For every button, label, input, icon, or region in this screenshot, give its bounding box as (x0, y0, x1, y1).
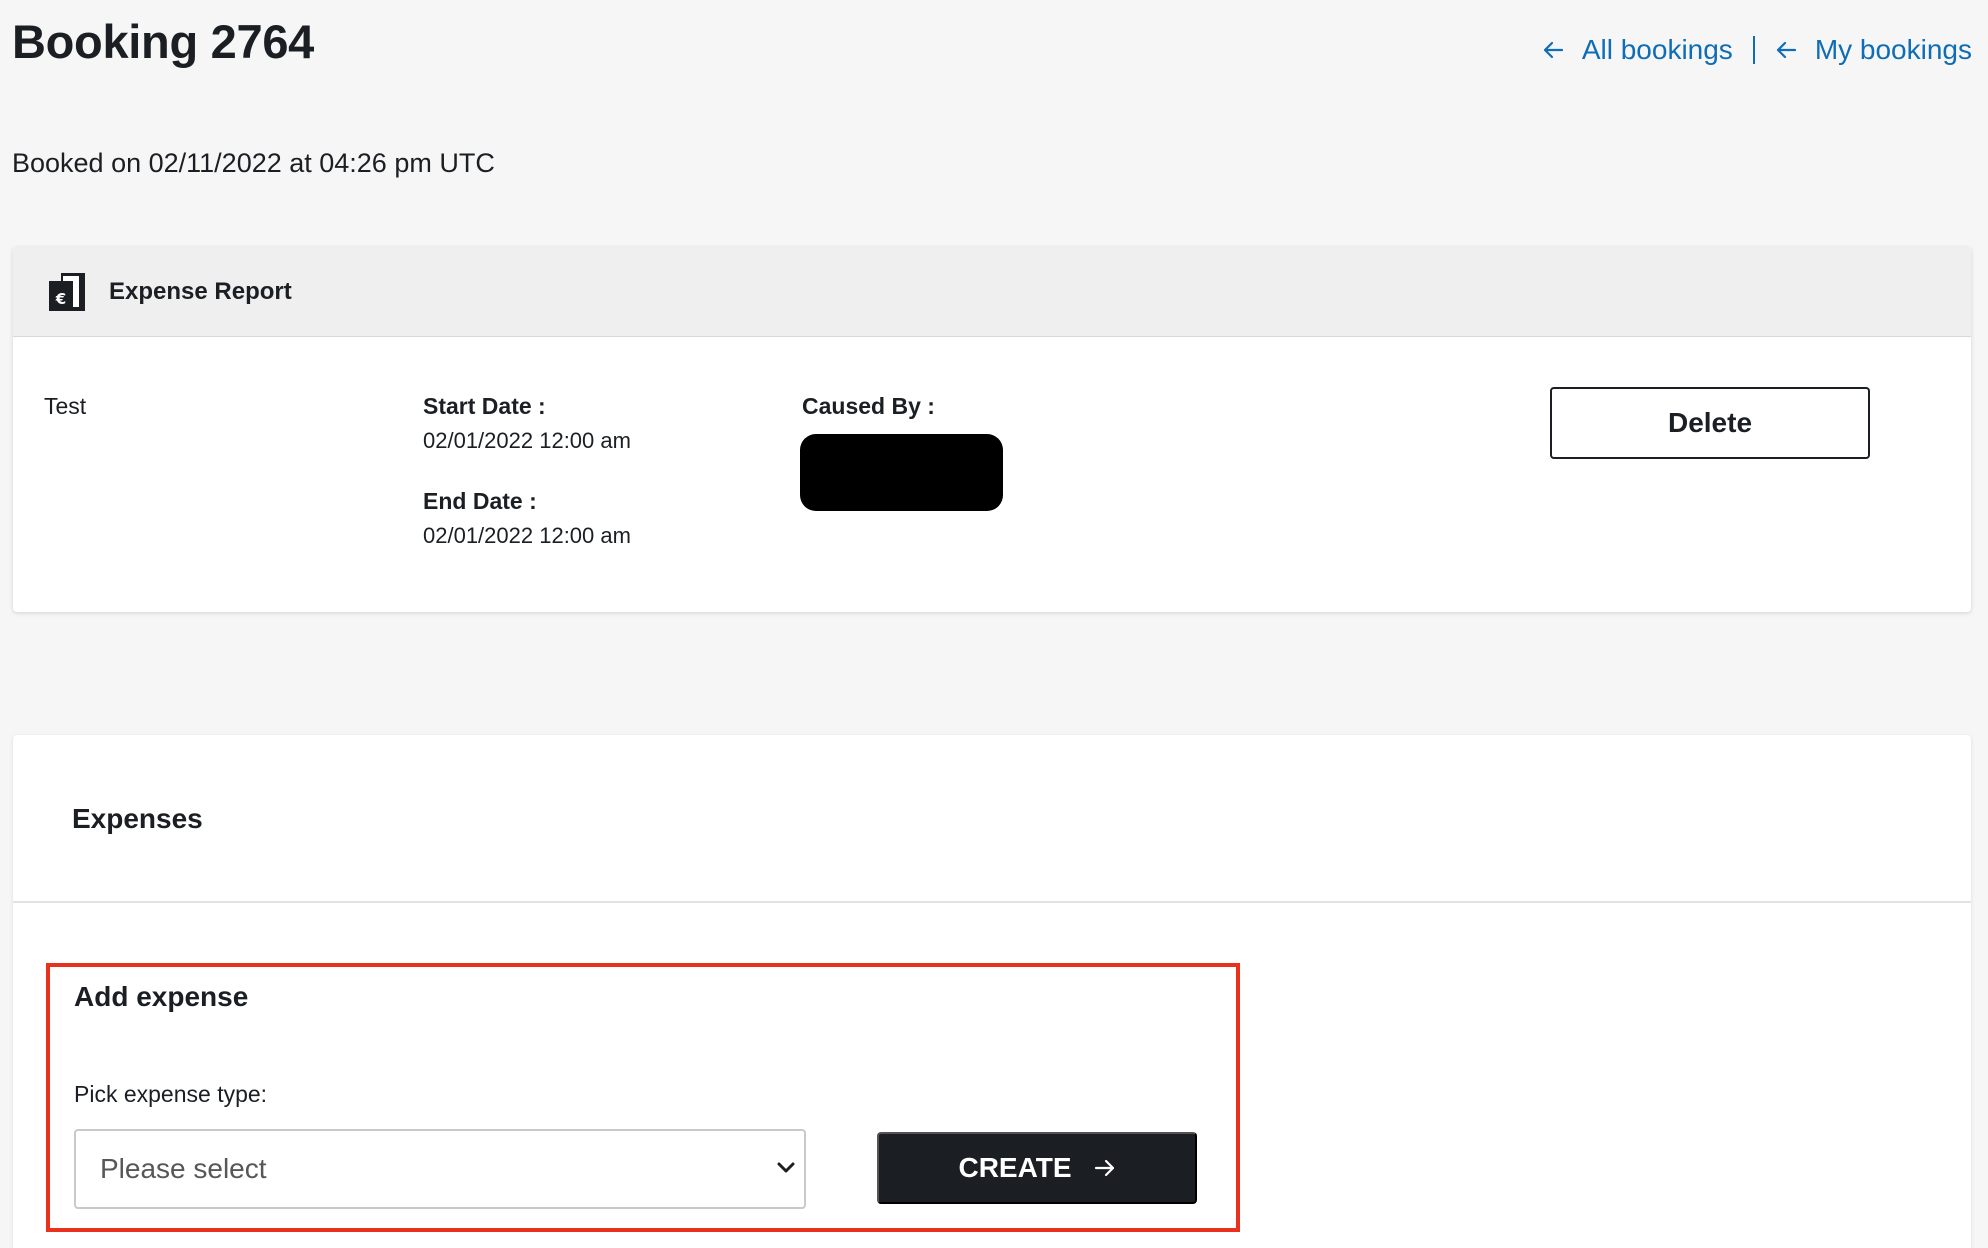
start-date-value: 02/01/2022 12:00 am (423, 428, 631, 453)
caused-by-label: Caused By : (802, 393, 935, 419)
my-bookings-label: My bookings (1814, 34, 1972, 65)
expense-report-title: Expense Report (109, 277, 292, 305)
expense-report-card: € Expense Report Test Start Date : 02/01… (13, 247, 1971, 612)
expense-type-select-value: Please select (100, 1153, 267, 1184)
create-button-label: CREATE (958, 1152, 1072, 1183)
expense-type-select[interactable]: Please select (74, 1129, 806, 1209)
expense-type-label: Pick expense type: (74, 1081, 268, 1107)
report-name: Test (44, 393, 87, 419)
page-title: Booking 2764 (12, 15, 314, 68)
end-date-group: End Date : 02/01/2022 12:00 am (423, 488, 631, 549)
arrow-left-icon (1776, 41, 1796, 59)
add-expense-section: Add expense Pick expense type: Please se… (46, 963, 1240, 1232)
svg-text:€: € (55, 290, 66, 308)
start-date-label: Start Date : (423, 393, 546, 419)
caused-by-group: Caused By : (800, 393, 1003, 511)
my-bookings-link[interactable]: My bookings (1775, 34, 1972, 66)
expenses-header: Expenses (13, 735, 1971, 903)
date-block: Start Date : 02/01/2022 12:00 am End Dat… (423, 393, 631, 549)
end-date-value: 02/01/2022 12:00 am (423, 523, 631, 548)
expenses-title: Expenses (72, 803, 203, 834)
start-date-group: Start Date : 02/01/2022 12:00 am (423, 393, 631, 454)
create-button[interactable]: CREATE (877, 1132, 1197, 1204)
expenses-card: Expenses Add expense Pick expense type: … (13, 735, 1971, 1248)
top-nav: All bookings My bookings (1542, 34, 1972, 66)
add-expense-title: Add expense (74, 981, 249, 1012)
all-bookings-link[interactable]: All bookings (1542, 34, 1733, 66)
all-bookings-label: All bookings (1581, 34, 1733, 65)
arrow-right-icon (1094, 1159, 1114, 1177)
expense-report-header: € Expense Report (13, 247, 1971, 337)
chevron-down-icon (777, 1162, 795, 1173)
redacted-caused-by-value (800, 434, 1003, 511)
nav-divider (1752, 36, 1755, 64)
arrow-left-icon (1543, 41, 1563, 59)
booked-on-text: Booked on 02/11/2022 at 04:26 pm UTC (12, 148, 495, 178)
euro-document-icon: € (49, 272, 85, 311)
delete-button[interactable]: Delete (1550, 387, 1870, 459)
end-date-label: End Date : (423, 488, 537, 514)
expense-report-body: Test Start Date : 02/01/2022 12:00 am En… (13, 337, 1971, 612)
